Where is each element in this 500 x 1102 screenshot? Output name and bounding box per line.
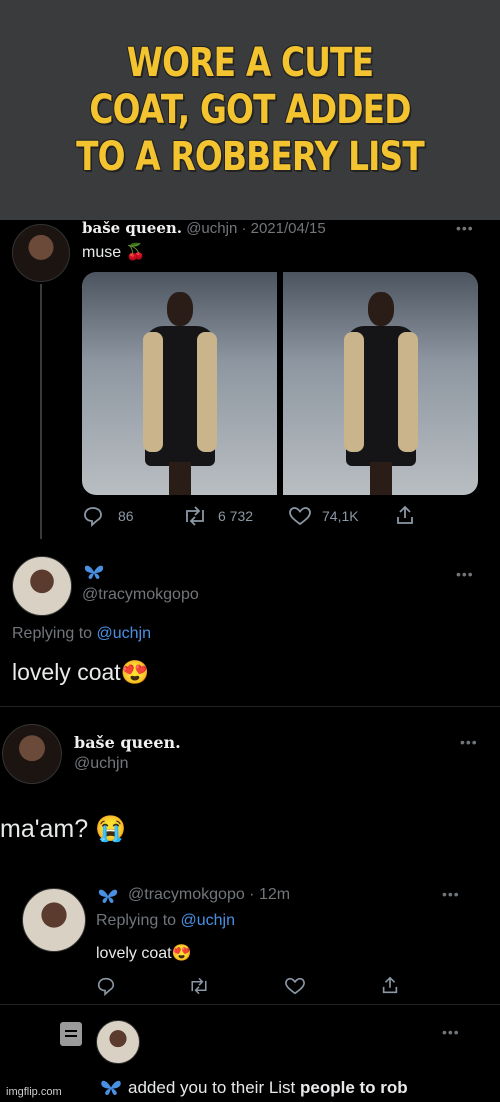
butterfly-icon (101, 1080, 121, 1095)
person-figure (338, 292, 424, 495)
reply-icon[interactable] (96, 976, 116, 996)
more-options-icon[interactable]: ••• (460, 734, 478, 750)
share-icon[interactable] (394, 504, 416, 526)
reply-icon[interactable] (82, 505, 104, 527)
divider (0, 706, 500, 707)
quoted-meta: @tracymokgopo · 12m (128, 886, 291, 903)
list-name-link[interactable]: people to rob (300, 1078, 408, 1097)
meme-line-3: TO A ROBBERY LIST (76, 133, 425, 180)
reply-text: lovely coat😍 (12, 659, 150, 685)
avatar[interactable] (96, 1020, 140, 1064)
tweet-photo-left[interactable] (82, 272, 277, 495)
person-figure (137, 292, 223, 495)
tweet-header: baše queen. @uchjn · 2021/04/15 (82, 219, 326, 237)
more-options-icon[interactable]: ••• (456, 566, 474, 582)
like-icon[interactable] (284, 976, 306, 996)
replying-to: Replying to @uchjn (96, 912, 235, 930)
meme-line-1: WORE A CUTE (126, 39, 374, 86)
replying-to-link[interactable]: @uchjn (97, 625, 152, 642)
watermark: imgflip.com (6, 1086, 62, 1098)
thread-line (40, 284, 42, 539)
replying-to-link[interactable]: @uchjn (181, 912, 236, 929)
more-options-icon[interactable]: ••• (442, 886, 460, 902)
tweet-text: muse 🍒 (82, 244, 146, 261)
retweet-icon[interactable] (182, 505, 208, 527)
tweet-text: ma'am? 😭 (0, 815, 127, 843)
butterfly-icon (98, 889, 118, 904)
replying-to-label: Replying to (96, 912, 181, 929)
like-count: 74,1K (322, 508, 359, 524)
avatar[interactable] (12, 556, 72, 616)
tweet-handle[interactable]: @uchjn (74, 755, 129, 773)
list-icon (60, 1022, 82, 1046)
meme-line-2: COAT, GOT ADDED (89, 86, 411, 133)
replying-to: Replying to @uchjn (12, 625, 151, 643)
retweet-count: 6 732 (218, 508, 254, 524)
more-options-icon[interactable]: ••• (442, 1024, 460, 1040)
replying-to-label: Replying to (12, 625, 97, 642)
like-icon[interactable] (288, 505, 312, 527)
meme-caption: WORE A CUTE COAT, GOT ADDED TO A ROBBERY… (0, 0, 500, 220)
share-icon[interactable] (380, 975, 400, 995)
retweet-icon[interactable] (188, 976, 210, 996)
butterfly-icon (84, 565, 104, 580)
tweet-photo-right[interactable] (283, 272, 478, 495)
meme-text: WORE A CUTE COAT, GOT ADDED TO A ROBBERY… (45, 40, 455, 181)
tweet-meta: @uchjn · 2021/04/15 (186, 220, 326, 237)
more-options-icon[interactable]: ••• (456, 220, 474, 236)
avatar[interactable] (2, 724, 62, 784)
display-name[interactable]: baše queen. (74, 733, 181, 752)
avatar[interactable] (12, 224, 70, 282)
avatar[interactable] (22, 888, 86, 952)
notification-text: added you to their List people to rob (128, 1078, 408, 1098)
notification-prefix: added you to their List (128, 1078, 301, 1097)
reply-handle[interactable]: @tracymokgopo (82, 586, 199, 604)
divider (0, 1004, 500, 1005)
quoted-text: lovely coat😍 (96, 945, 192, 962)
display-name[interactable]: baše queen. (82, 219, 182, 237)
reply-count: 86 (118, 508, 134, 524)
